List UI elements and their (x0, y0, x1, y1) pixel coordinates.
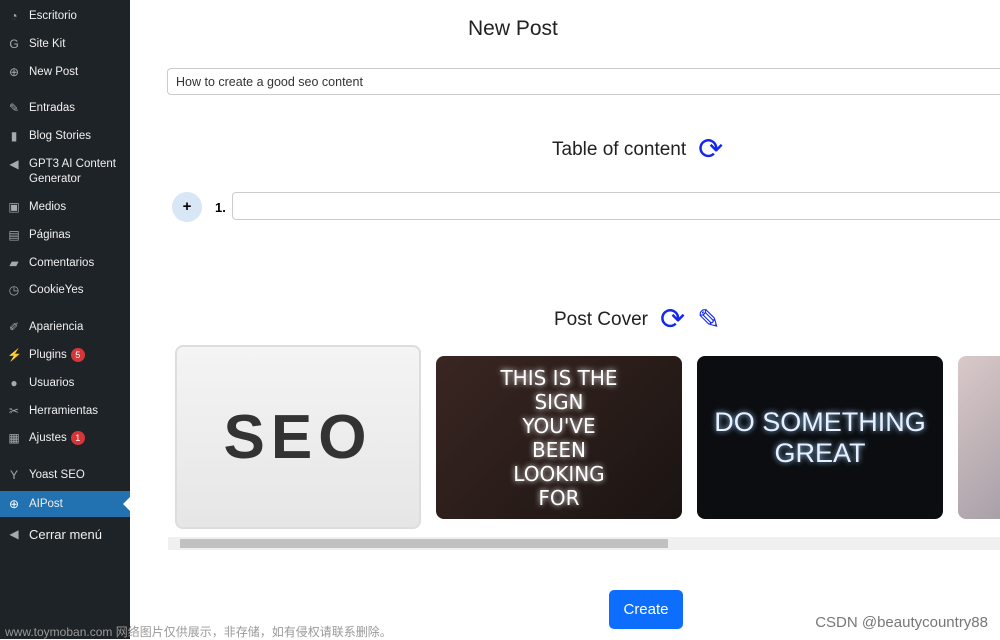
sidebar-item-label: Comentarios (29, 257, 95, 269)
image-text: THIS IS THE SIGN YOU'VE BEEN LOOKING FOR (500, 365, 618, 510)
sidebar-item-p-ginas[interactable]: ▤ Páginas (0, 228, 130, 243)
watermark-left: www.toymoban.com 网络图片仅供展示，非存储，如有侵权请联系删除。 (5, 625, 392, 639)
sidebar-item-label: AIPost (29, 497, 63, 510)
toc-item-input[interactable] (232, 192, 1000, 220)
sidebar-item-label: Yoast SEO (29, 469, 85, 481)
sidebar-item-site-kit[interactable]: G Site Kit (0, 37, 130, 52)
sidebar-item-aipost[interactable]: ⊕ AIPost (0, 491, 130, 517)
plus-circle-icon: ⊕ (8, 65, 20, 79)
admin-sidebar: ◔ Escritorio G Site Kit ⊕ New Post ✎ Entradas ▮ B… (0, 0, 130, 639)
image-text: DO SOMETHING GREAT (714, 406, 926, 468)
sidebar-item-herramientas[interactable]: ✂ Herramientas (0, 404, 130, 419)
sidebar-item-cerrar-men-[interactable]: ◀ Cerrar menú (0, 527, 130, 542)
brush-icon: ✐ (8, 320, 20, 334)
sidebar-item-label: Usuarios (29, 377, 75, 389)
settings-icon: ▦ (8, 431, 20, 445)
sidebar-item-label: Site Kit (29, 38, 66, 50)
pages-icon: ▤ (8, 228, 20, 242)
sidebar-item-blog-stories[interactable]: ▮ Blog Stories (0, 129, 130, 144)
refresh-icon[interactable]: ⟳ (660, 305, 685, 335)
wrench-icon: ✂ (8, 404, 20, 418)
scrollbar-thumb[interactable] (180, 539, 668, 548)
sidebar-item-apariencia[interactable]: ✐ Apariencia (0, 320, 130, 335)
sidebar-item-label: New Post (29, 66, 79, 78)
toc-header: Table of content ⟳ (552, 135, 723, 165)
count-badge: 5 (70, 348, 85, 362)
cover-image-option[interactable] (958, 356, 1000, 519)
cover-image-option[interactable]: DO SOMETHING GREAT (697, 356, 943, 519)
sidebar-item-label: Escritorio (29, 10, 77, 22)
sidebar-item-label: GPT3 AI Content Generator (29, 158, 116, 185)
yoast-icon: Y (9, 468, 18, 482)
sidebar-item-label: Blog Stories (29, 130, 92, 142)
cover-image-option[interactable]: THIS IS THE SIGN YOU'VE BEEN LOOKING FOR (436, 356, 682, 519)
sidebar-item-comentarios[interactable]: ▰ Comentarios (0, 256, 130, 271)
sidebar-item-escritorio[interactable]: ◔ Escritorio (0, 9, 130, 24)
pin-icon: ✎ (8, 101, 20, 115)
image-text: SEO (223, 402, 373, 472)
sidebar-item-label: Apariencia (29, 321, 84, 333)
sidebar-item-new-post[interactable]: ⊕ New Post (0, 65, 130, 80)
sidebar-item-gpt3-ai-content-generator[interactable]: ◀ GPT3 AI Content Generator (0, 157, 130, 187)
toc-heading: Table of content (552, 139, 687, 160)
refresh-icon[interactable]: ⟳ (698, 135, 723, 165)
pencil-icon[interactable]: ✎ (697, 305, 720, 335)
cover-header: Post Cover ⟳ ✎ (554, 305, 721, 335)
dashboard-icon: ◔ (10, 9, 18, 23)
sidebar-item-label: Páginas (29, 229, 71, 241)
page-title: New Post (468, 17, 558, 40)
sidebar-item-label: Herramientas (29, 405, 99, 417)
image-scrollbar[interactable] (168, 537, 1000, 550)
post-title-input[interactable] (167, 68, 1000, 95)
create-button[interactable]: Create (609, 590, 683, 629)
cookie-icon: ◷ (8, 283, 20, 297)
cover-heading: Post Cover (554, 309, 648, 330)
book-icon: ▮ (10, 129, 18, 143)
google-g-icon: G (9, 37, 19, 51)
toc-item-number: 1. (215, 200, 226, 215)
watermark-right: CSDN @beautycountry88 (815, 614, 988, 631)
sidebar-item-label: Cerrar menú (29, 527, 102, 542)
comment-icon: ▰ (9, 256, 19, 270)
sidebar-item-medios[interactable]: ▣ Medios (0, 200, 130, 215)
sidebar-item-usuarios[interactable]: ● Usuarios (0, 376, 130, 391)
sidebar-item-entradas[interactable]: ✎ Entradas (0, 101, 130, 116)
sidebar-item-label: Medios (29, 201, 67, 213)
sidebar-item-label: Ajustes 1 (29, 431, 85, 446)
media-icon: ▣ (8, 200, 20, 214)
add-toc-item-button[interactable]: + (172, 192, 202, 222)
sidebar-item-yoast-seo[interactable]: Y Yoast SEO (0, 468, 130, 483)
count-badge: 1 (70, 431, 85, 445)
plus-circle-icon: ⊕ (8, 497, 20, 511)
sidebar-item-label: CookieYes (29, 284, 84, 296)
cover-image-option[interactable]: SEO (175, 345, 421, 529)
sidebar-item-label: Plugins 5 (29, 348, 85, 363)
user-icon: ● (10, 376, 18, 390)
sidebar-item-label: Entradas (29, 102, 76, 114)
sidebar-item-cookieyes[interactable]: ◷ CookieYes (0, 283, 130, 298)
collapse-icon: ◀ (9, 527, 19, 541)
plugin-icon: ⚡ (7, 348, 22, 362)
sidebar-item-ajustes[interactable]: ▦ Ajustes 1 (0, 431, 130, 446)
megaphone-icon: ◀ (9, 157, 19, 171)
sidebar-item-plugins[interactable]: ⚡ Plugins 5 (0, 348, 130, 363)
